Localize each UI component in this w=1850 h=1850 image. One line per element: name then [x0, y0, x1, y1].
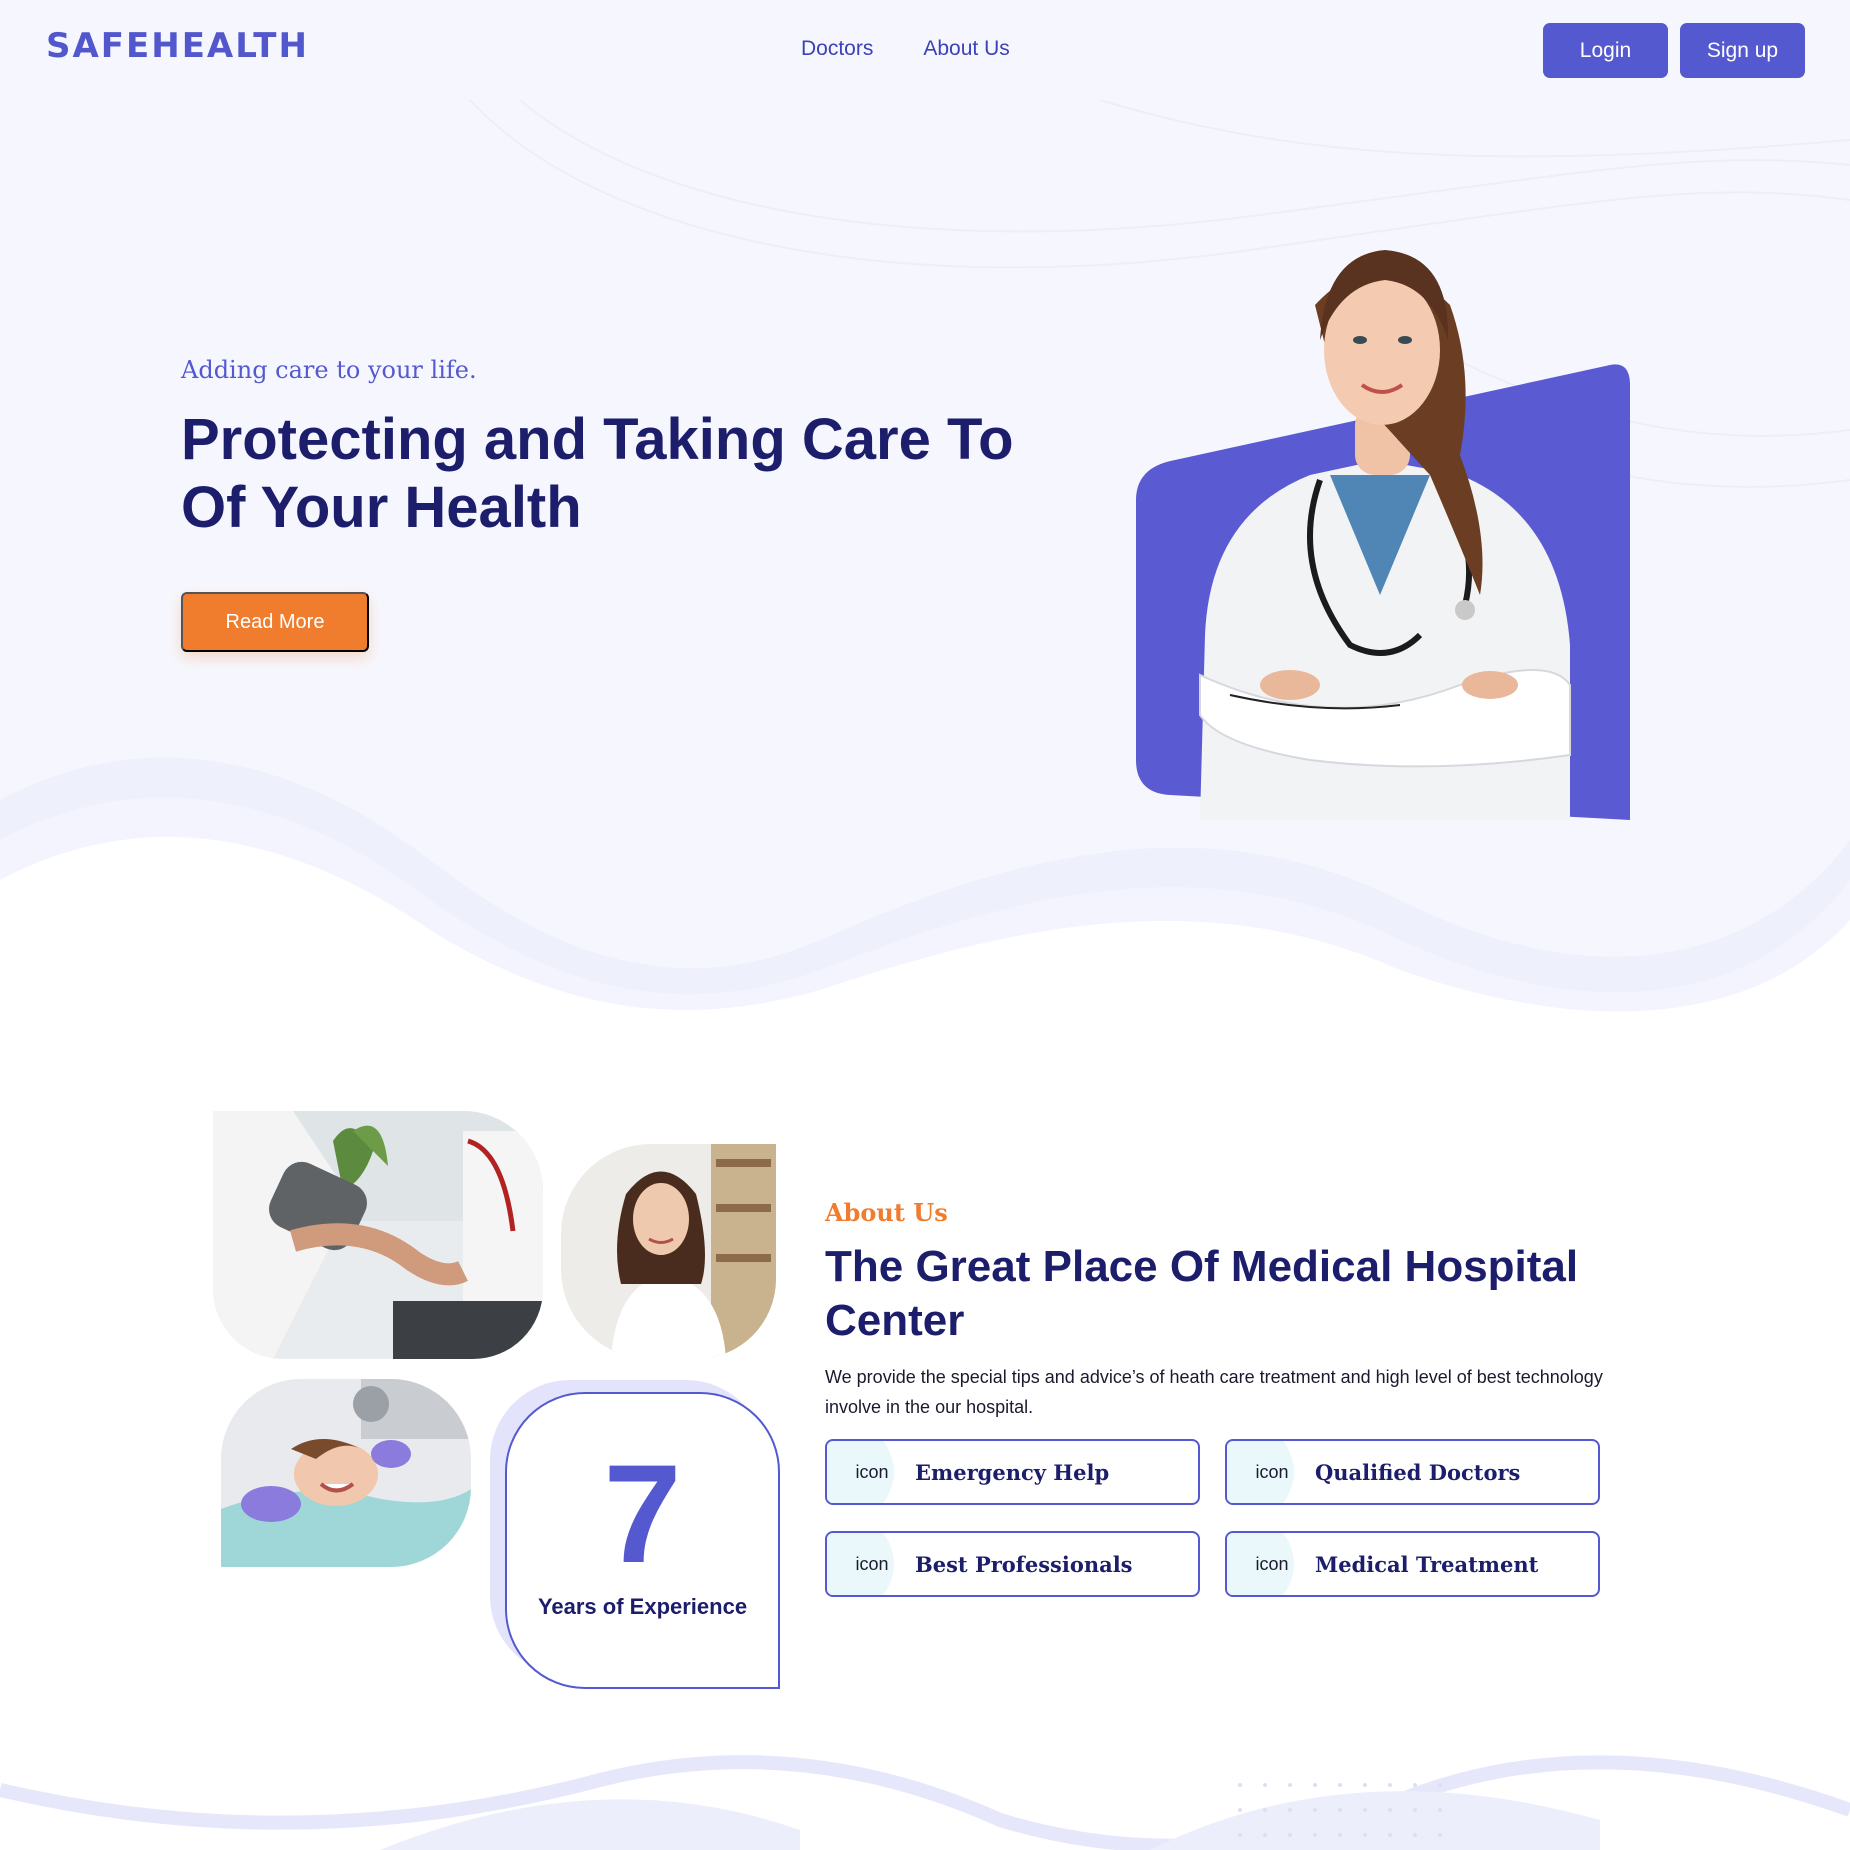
- experience-number: 7: [603, 1435, 682, 1592]
- feature-medical-treatment[interactable]: icon Medical Treatment: [1225, 1531, 1600, 1597]
- doctor-icon: icon: [1227, 1441, 1317, 1503]
- hero-title: Protecting and Taking Care To Of Your He…: [181, 407, 1014, 540]
- login-button[interactable]: Login: [1543, 23, 1668, 78]
- experience-label: Years of Experience: [537, 1594, 748, 1619]
- top-navbar: SAFEHEALTH Doctors About Us Login Sign u…: [0, 0, 1850, 100]
- page: SAFEHEALTH Doctors About Us Login Sign u…: [0, 0, 1850, 1850]
- female-doctor-portrait-photo: [561, 1144, 776, 1359]
- feature-qualified-doctors[interactable]: icon Qualified Doctors: [1225, 1439, 1600, 1505]
- read-more-button[interactable]: Read More: [181, 592, 369, 652]
- footer-wave-decoration: [0, 1755, 1850, 1850]
- about-image-gallery: 7 Years of Experience: [210, 1110, 790, 1695]
- professional-icon: icon: [827, 1533, 917, 1595]
- dental-patient-photo: [221, 1379, 471, 1567]
- nav-link-about-us[interactable]: About Us: [923, 37, 1009, 61]
- feature-grid: icon Emergency Help icon Qualified Docto…: [825, 1439, 1600, 1599]
- about-title: The Great Place Of Medical Hospital Cent…: [825, 1242, 1579, 1345]
- about-eyebrow: About Us: [825, 1198, 948, 1227]
- about-description: We provide the special tips and advice’s…: [825, 1367, 1603, 1417]
- feature-emergency-help[interactable]: icon Emergency Help: [825, 1439, 1200, 1505]
- feature-best-professionals[interactable]: icon Best Professionals: [825, 1531, 1200, 1597]
- main-nav: Doctors About Us: [801, 37, 1010, 61]
- feature-label: Emergency Help: [915, 1459, 1110, 1485]
- treatment-icon: icon: [1227, 1533, 1317, 1595]
- doctor-blood-pressure-photo: [213, 1111, 543, 1359]
- experience-card: 7 Years of Experience: [505, 1392, 780, 1689]
- hero-doctor-image: [1136, 250, 1630, 820]
- brand-logo[interactable]: SAFEHEALTH: [46, 26, 309, 66]
- hero-tagline: Adding care to your life.: [181, 356, 477, 384]
- signup-button[interactable]: Sign up: [1680, 23, 1805, 78]
- nav-link-doctors[interactable]: Doctors: [801, 37, 873, 61]
- feature-label: Qualified Doctors: [1315, 1459, 1521, 1485]
- emergency-icon: icon: [827, 1441, 917, 1503]
- feature-label: Medical Treatment: [1315, 1551, 1539, 1577]
- feature-label: Best Professionals: [915, 1551, 1133, 1577]
